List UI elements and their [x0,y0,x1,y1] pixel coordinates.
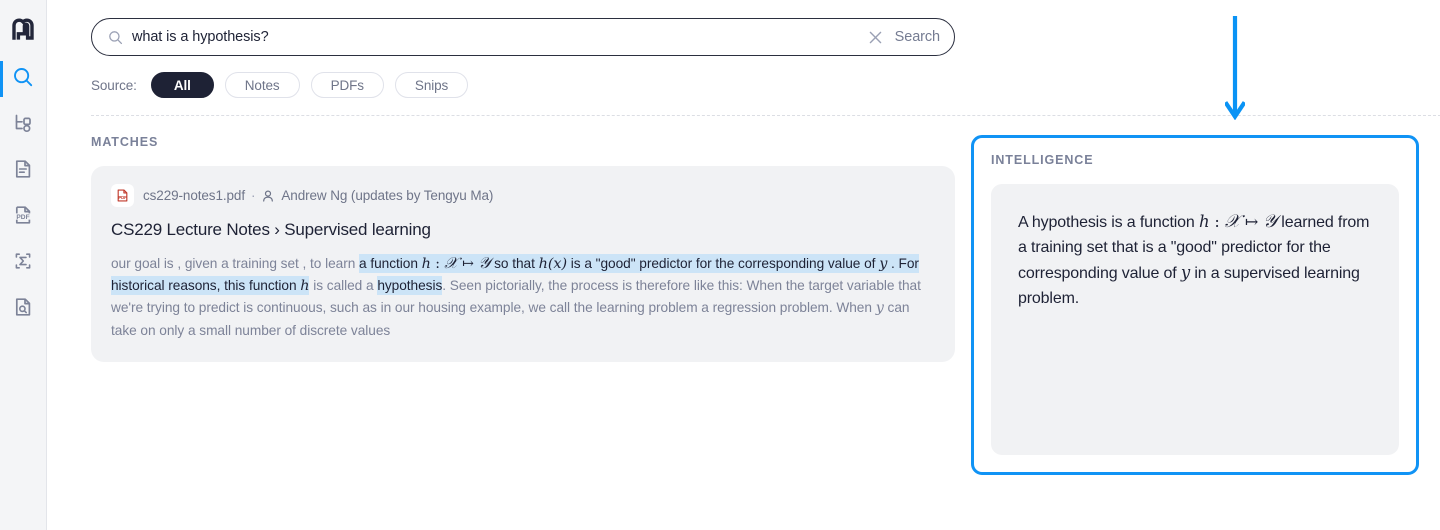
search-input[interactable]: what is a hypothesis? [132,29,868,45]
answer-math-mapsto: ↦ [1239,212,1264,231]
snippet-math-X: 𝒳 [444,254,458,272]
result-title[interactable]: CS229 Lecture Notes › Supervised learnin… [111,220,935,240]
search-row: what is a hypothesis? Search [47,0,1440,56]
result-snippet: our goal is , given a training set , to … [111,252,935,342]
intelligence-answer-card[interactable]: A hypothesis is a function h : 𝒳 ↦ 𝒴 lea… [991,184,1399,455]
sidebar-item-notes[interactable] [0,148,47,194]
snippet-math-y2: y [875,300,884,317]
snippet-math-hx: h(x) [538,256,568,272]
source-label: Source: [91,77,137,93]
person-icon [261,189,275,203]
svg-text:PDF: PDF [118,195,127,200]
result-author: Andrew Ng (updates by Tengyu Ma) [281,188,494,203]
result-card[interactable]: PDF cs229-notes1.pdf · Andrew Ng (update… [91,166,955,362]
search-submit-button[interactable]: Search [895,29,940,45]
answer-math-X: 𝒳 [1224,211,1240,232]
hierarchy-tree-icon [12,112,34,139]
snippet-hl-text-b: so that [490,256,539,271]
sidebar-item-tree[interactable] [0,102,47,148]
document-search-icon [12,296,34,323]
sidebar-item-snips[interactable] [0,286,47,332]
sidebar-item-search[interactable] [0,56,47,102]
result-meta: PDF cs229-notes1.pdf · Andrew Ng (update… [111,184,935,207]
snippet-math-mapsto: ↦ [457,256,479,272]
answer-math-colon: : [1209,212,1225,231]
filter-pill-all[interactable]: All [150,72,214,98]
matches-column: MATCHES PDF cs229-notes1.pdf · Andrew Ng… [91,135,971,475]
magnifier-icon [108,30,123,45]
snippet-hl-text-c: is a "good" predictor for the correspond… [567,256,880,271]
answer-part-1: A hypothesis is a function [1018,214,1199,231]
meta-separator: · [250,188,256,203]
answer-math-Y: 𝒴 [1263,211,1278,232]
filter-pill-snips[interactable]: Snips [394,72,469,98]
sigma-brackets-icon [12,250,34,277]
search-bar[interactable]: what is a hypothesis? Search [91,18,955,56]
intelligence-panel: INTELLIGENCE A hypothesis is a function … [971,135,1419,475]
result-file-name: cs229-notes1.pdf [143,188,245,203]
sidebar: PDF [0,0,47,530]
answer-math-h: h [1198,212,1210,231]
snippet-hl-text-a: a function [359,256,422,271]
search-icon [12,66,34,93]
snippet-plain-1: our goal is , given a training set , to … [111,256,360,271]
app-root: PDF what is a hypothesis? Search Source:… [0,0,1440,530]
matches-section-label: MATCHES [91,135,159,149]
filter-pill-notes[interactable]: Notes [224,72,300,98]
sidebar-item-formulas[interactable] [0,240,47,286]
snippet-math-colon: : [430,256,445,272]
answer-math-y: y [1180,263,1191,282]
filter-pill-pdfs[interactable]: PDFs [310,72,384,98]
intelligence-answer-text: A hypothesis is a function h : 𝒳 ↦ 𝒴 lea… [1018,209,1372,311]
intelligence-section-label: INTELLIGENCE [991,153,1094,167]
snippet-math-h: h [421,256,431,272]
close-x-icon[interactable] [868,30,883,45]
pdf-file-icon: PDF [111,184,134,207]
document-icon [12,158,34,185]
content-columns: MATCHES PDF cs229-notes1.pdf · Andrew Ng… [47,116,1440,475]
snippet-math-Y: 𝒴 [478,254,491,272]
intelligence-column: INTELLIGENCE A hypothesis is a function … [971,135,1419,475]
pdf-file-icon: PDF [12,204,34,231]
source-filters: Source: All Notes PDFs Snips [47,56,1440,98]
svg-text:PDF: PDF [16,214,29,221]
sidebar-item-pdfs[interactable]: PDF [0,194,47,240]
main-content: what is a hypothesis? Search Source: All… [47,0,1440,530]
snippet-highlight-hypothesis: hypothesis [377,276,443,296]
app-logo[interactable] [6,12,40,46]
snippet-plain-2: is called a [309,278,378,294]
